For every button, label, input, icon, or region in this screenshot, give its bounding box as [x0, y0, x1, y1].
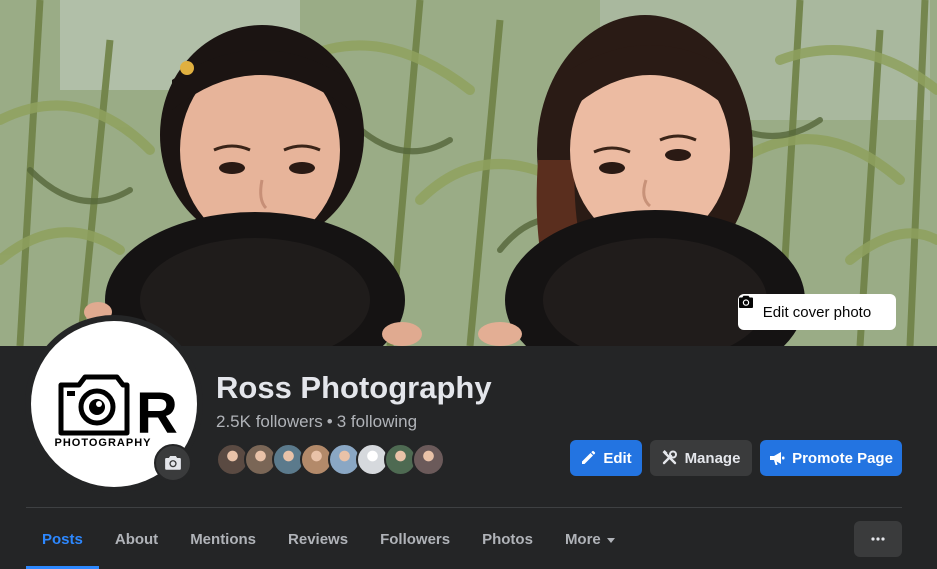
- header-divider: [26, 507, 902, 508]
- tab-followers[interactable]: Followers: [364, 510, 466, 569]
- update-profile-picture-button[interactable]: [154, 444, 192, 482]
- tab-label: Posts: [42, 531, 83, 548]
- follower-avatars: [216, 443, 445, 476]
- edit-page-button[interactable]: Edit: [570, 440, 642, 476]
- cover-photo: Edit cover photo: [0, 0, 937, 346]
- tab-label: Reviews: [288, 531, 349, 548]
- ellipsis-icon: [871, 537, 885, 541]
- page-title: Ross Photography: [216, 370, 492, 405]
- tools-icon: [662, 450, 677, 465]
- tab-posts[interactable]: Posts: [26, 510, 99, 569]
- page-stats: 2.5K followers • 3 following: [216, 412, 417, 432]
- manage-page-button[interactable]: Manage: [650, 440, 752, 476]
- tab-label: More: [564, 531, 601, 548]
- tab-mentions[interactable]: Mentions: [174, 510, 272, 569]
- manage-page-label: Manage: [684, 449, 741, 467]
- pencil-icon: [582, 450, 596, 464]
- followers-count[interactable]: 2.5K followers: [216, 412, 323, 431]
- promote-page-button[interactable]: Promote Page: [760, 440, 902, 476]
- caret-down-icon: [606, 537, 615, 543]
- stats-separator: •: [326, 412, 333, 431]
- more-options-button[interactable]: [854, 521, 902, 557]
- promote-page-label: Promote Page: [792, 449, 893, 467]
- page-tabs: Posts About Mentions Reviews Followers P…: [26, 510, 631, 569]
- edit-cover-photo-label: Edit cover photo: [762, 303, 872, 321]
- tab-label: About: [114, 531, 159, 548]
- tab-about[interactable]: About: [99, 510, 174, 569]
- camera-icon: [165, 456, 181, 470]
- svg-text:PHOTOGRAPHY: PHOTOGRAPHY: [55, 437, 152, 449]
- following-count[interactable]: 3 following: [337, 412, 417, 431]
- edit-page-label: Edit: [603, 449, 632, 467]
- tab-label: Photos: [482, 531, 533, 548]
- edit-cover-photo-button[interactable]: Edit cover photo: [738, 294, 896, 330]
- tab-more[interactable]: More: [549, 510, 631, 569]
- camera-icon: [739, 295, 753, 308]
- megaphone-icon: [770, 452, 785, 465]
- tab-reviews[interactable]: Reviews: [272, 510, 364, 569]
- follower-avatar[interactable]: [412, 443, 445, 476]
- tab-label: Mentions: [190, 531, 257, 548]
- tab-label: Followers: [380, 531, 451, 548]
- tab-photos[interactable]: Photos: [466, 510, 549, 569]
